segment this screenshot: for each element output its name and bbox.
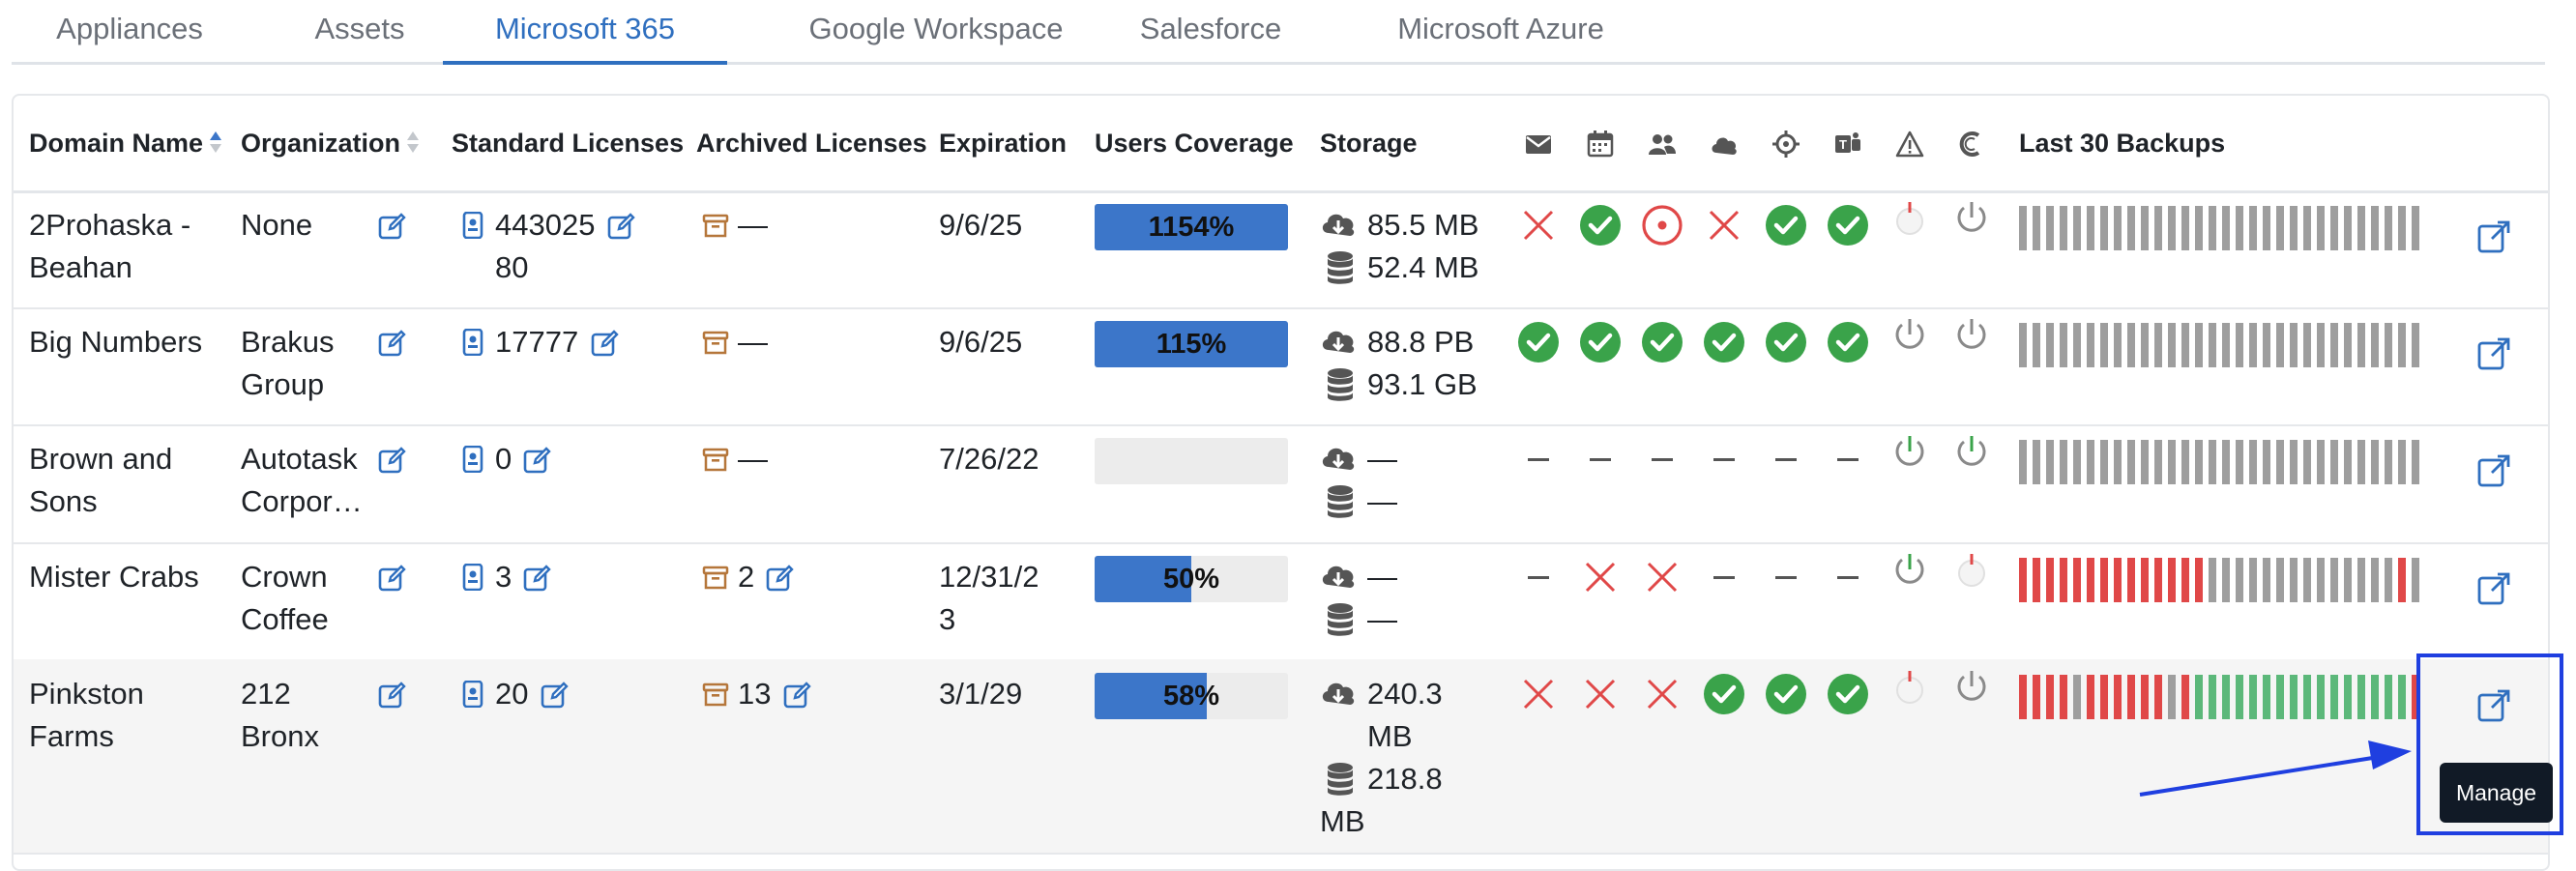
pointer-arrow <box>2139 740 2412 797</box>
manage-tooltip: Manage <box>2440 763 2553 823</box>
